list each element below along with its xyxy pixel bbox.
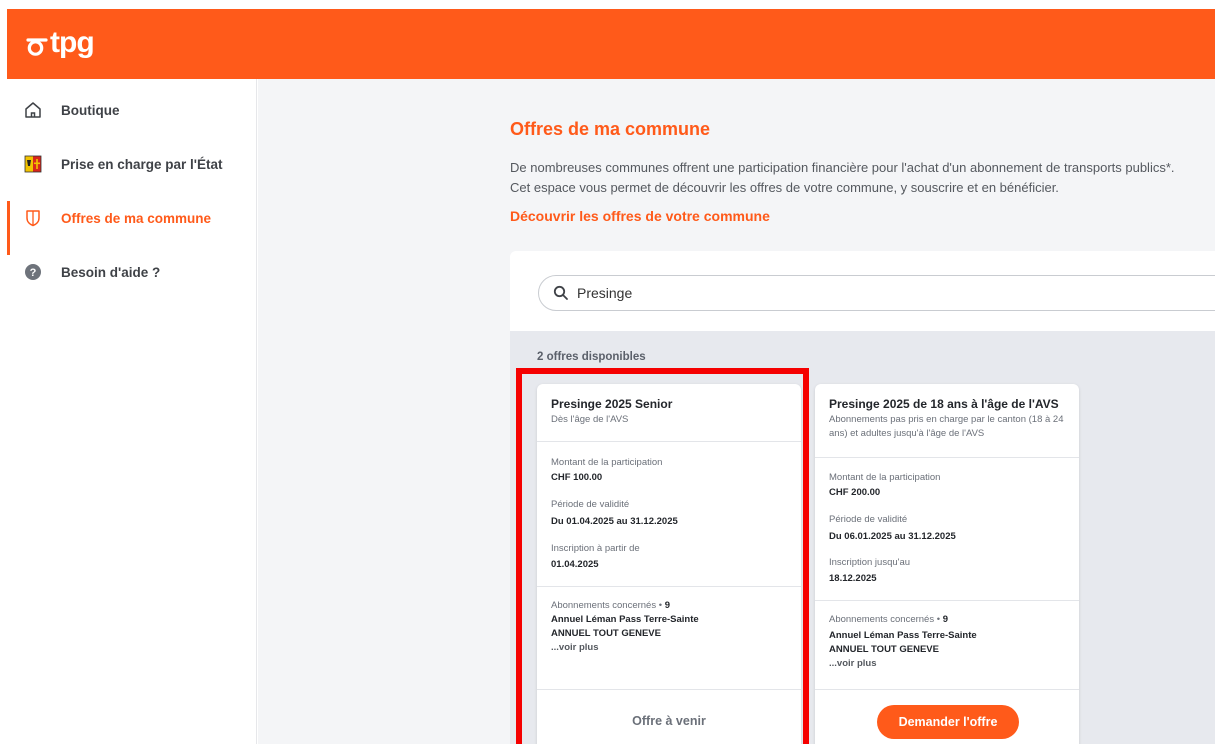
amount-label: Montant de la participation bbox=[829, 472, 941, 483]
validity-label: Période de validité bbox=[551, 499, 630, 510]
main-content: Offres de ma commune De nombreuses commu… bbox=[258, 79, 1215, 744]
tpg-logo[interactable]: tpg bbox=[26, 25, 95, 61]
subscription-item: Annuel Léman Pass Terre-Sainte bbox=[829, 630, 977, 641]
sidebar-item-label: Offres de ma commune bbox=[61, 210, 212, 226]
registration-label: Inscription jusqu'au bbox=[829, 557, 911, 568]
divider bbox=[537, 586, 801, 587]
registration-value: 01.04.2025 bbox=[551, 559, 599, 570]
see-more-link[interactable]: ...voir plus bbox=[551, 642, 599, 653]
shield-icon bbox=[23, 208, 43, 228]
amount-value: CHF 100.00 bbox=[551, 472, 603, 483]
validity-label: Période de validité bbox=[829, 514, 908, 525]
help-icon: ? bbox=[23, 262, 43, 282]
svg-text:?: ? bbox=[30, 267, 37, 279]
search-icon bbox=[553, 285, 568, 300]
request-offer-button[interactable]: Demander l'offre bbox=[877, 705, 1019, 739]
discover-heading: Découvrir les offres de votre commune bbox=[510, 208, 770, 224]
subscriptions-label: Abonnements concernés • 9 bbox=[551, 600, 670, 611]
subscriptions-count: 9 bbox=[664, 600, 670, 611]
search-box[interactable] bbox=[538, 275, 1215, 311]
offer-title: Presinge 2025 Senior bbox=[551, 397, 673, 411]
offer-subtitle: Dès l'âge de l'AVS bbox=[551, 414, 629, 425]
registration-label: Inscription à partir de bbox=[551, 543, 640, 554]
divider bbox=[815, 600, 1079, 601]
page: tpg Boutique Prise en charge par l'État … bbox=[7, 9, 1215, 744]
divider bbox=[815, 689, 1079, 690]
subscriptions-count: 9 bbox=[942, 614, 948, 625]
divider bbox=[537, 689, 801, 690]
see-more-link[interactable]: ...voir plus bbox=[829, 658, 877, 669]
results-panel: 2 offres disponibles Presinge 2025 Senio… bbox=[510, 331, 1215, 744]
intro-line-1: De nombreuses communes offrent une parti… bbox=[510, 160, 1175, 175]
subscriptions-label: Abonnements concernés • 9 bbox=[829, 614, 948, 625]
sigma-logo-icon bbox=[26, 38, 48, 56]
offer-upcoming-button[interactable]: Offre à venir bbox=[537, 714, 801, 728]
geneva-flag-icon bbox=[23, 154, 43, 174]
amount-value: CHF 200.00 bbox=[829, 487, 881, 498]
sidebar-item-aide[interactable]: ? Besoin d'aide ? bbox=[7, 245, 257, 299]
offer-title: Presinge 2025 de 18 ans à l'âge de l'AVS bbox=[829, 397, 1059, 411]
divider bbox=[815, 457, 1079, 458]
top-header: tpg bbox=[7, 9, 1215, 79]
page-title: Offres de ma commune bbox=[510, 119, 711, 139]
amount-label: Montant de la participation bbox=[551, 457, 663, 468]
sidebar-item-prise-en-charge[interactable]: Prise en charge par l'État bbox=[7, 137, 257, 191]
registration-value: 18.12.2025 bbox=[829, 573, 877, 584]
home-icon bbox=[23, 100, 43, 120]
sidebar-item-offres-commune[interactable]: Offres de ma commune bbox=[7, 191, 257, 255]
subscription-item: Annuel Léman Pass Terre-Sainte bbox=[551, 614, 699, 625]
results-count: 2 offres disponibles bbox=[537, 351, 646, 363]
sidebar-item-label: Prise en charge par l'État bbox=[61, 156, 223, 172]
validity-value: Du 01.04.2025 au 31.12.2025 bbox=[551, 516, 678, 527]
sidebar: Boutique Prise en charge par l'État Offr… bbox=[7, 79, 257, 744]
sidebar-item-label: Besoin d'aide ? bbox=[61, 264, 161, 280]
subscription-item: ANNUEL TOUT GENEVE bbox=[551, 628, 661, 639]
divider bbox=[537, 441, 801, 442]
subscription-item: ANNUEL TOUT GENEVE bbox=[829, 644, 939, 655]
logo-text: tpg bbox=[50, 26, 95, 59]
sidebar-item-label: Boutique bbox=[61, 102, 120, 118]
offer-card: Presinge 2025 Senior Dès l'âge de l'AVS … bbox=[537, 384, 801, 744]
intro-line-2: Cet espace vous permet de découvrir les … bbox=[510, 180, 1059, 195]
offer-subtitle: Abonnements pas pris en charge par le ca… bbox=[829, 414, 1064, 439]
offer-card: Presinge 2025 de 18 ans à l'âge de l'AVS… bbox=[815, 384, 1079, 744]
sidebar-item-boutique[interactable]: Boutique bbox=[7, 83, 257, 137]
subscriptions-label-text: Abonnements concernés bbox=[551, 600, 657, 611]
subscriptions-label-text: Abonnements concernés bbox=[829, 614, 935, 625]
intro-text: De nombreuses communes offrent une parti… bbox=[510, 158, 1215, 198]
search-input[interactable] bbox=[577, 276, 1177, 310]
validity-value: Du 06.01.2025 au 31.12.2025 bbox=[829, 531, 956, 542]
search-panel bbox=[510, 251, 1215, 331]
